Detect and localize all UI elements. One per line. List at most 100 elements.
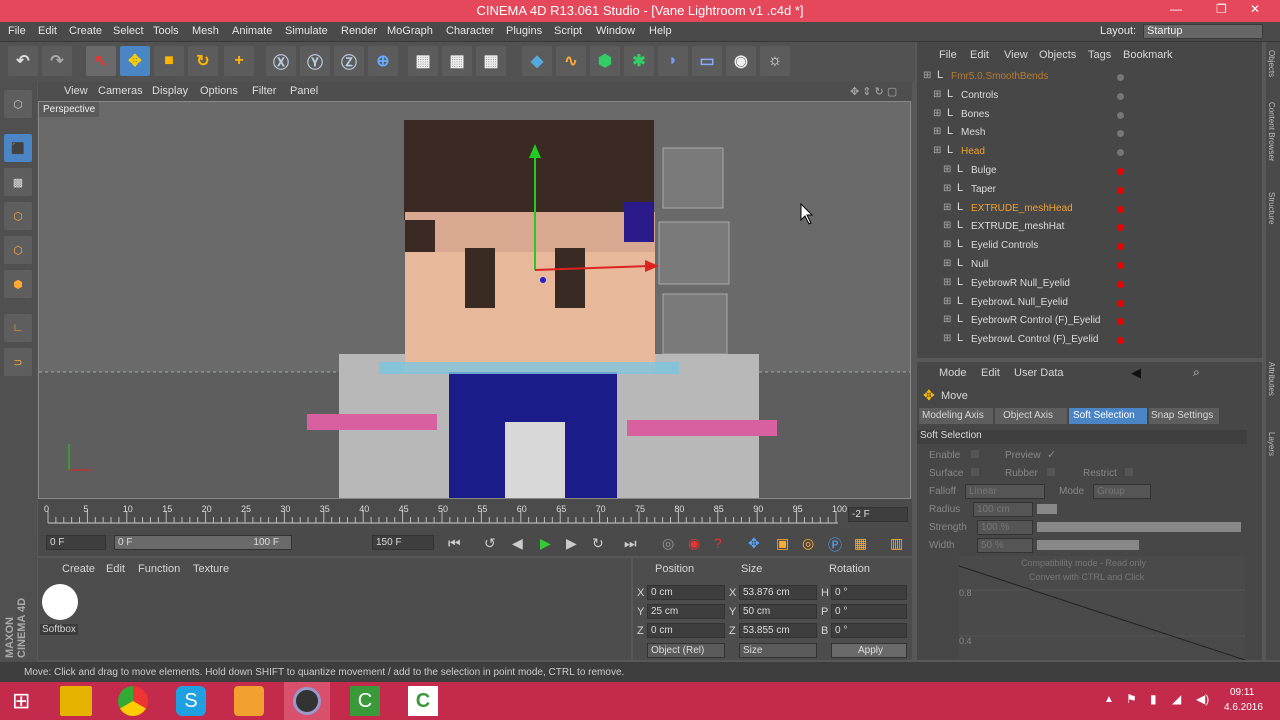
object-name[interactable]: Taper — [971, 184, 996, 195]
camera-icon[interactable]: ◉ — [726, 46, 756, 76]
media-player-icon[interactable] — [234, 686, 264, 716]
maximize-button[interactable]: ❐ — [1216, 2, 1227, 16]
rotation-p-field[interactable]: 0 ° — [831, 604, 907, 619]
menu-create[interactable]: Create — [69, 25, 102, 37]
layer-color-dot[interactable] — [1117, 243, 1124, 251]
object-menu-edit[interactable]: Edit — [970, 49, 989, 61]
file-explorer-icon[interactable] — [60, 686, 92, 716]
tab-soft-selection[interactable]: Soft Selection — [1069, 408, 1147, 424]
spline-icon[interactable]: ∿ — [556, 46, 586, 76]
add-object-icon[interactable]: + — [224, 46, 254, 76]
layer-color-dot[interactable] — [1117, 186, 1124, 194]
falloff-graph[interactable]: Compatibility mode - Read only Convert w… — [959, 556, 1245, 660]
tray-battery-icon[interactable]: ▮ — [1150, 692, 1157, 706]
3d-viewport[interactable]: Perspective — [38, 101, 911, 499]
key-position-icon[interactable]: ✥ — [748, 535, 760, 552]
rotation-b-field[interactable]: 0 ° — [831, 623, 907, 638]
expand-icon[interactable]: ⊞ — [923, 70, 931, 81]
viewport-menu-panel[interactable]: Panel — [290, 85, 318, 97]
object-name[interactable]: Eyelid Controls — [971, 240, 1038, 251]
keyframe-icon[interactable]: ◎ — [662, 535, 674, 552]
object-row[interactable]: ⊞ L Bulge — [917, 162, 1262, 181]
rotation-h-field[interactable]: 0 ° — [831, 585, 907, 600]
layer-color-dot[interactable] — [1117, 205, 1124, 213]
tray-flag-icon[interactable]: ⚑ — [1126, 692, 1137, 706]
floor-icon[interactable]: ▭ — [692, 46, 722, 76]
object-name[interactable]: EXTRUDE_meshHat — [971, 221, 1064, 232]
object-name[interactable]: EyebrowL Control (F)_Eyelid — [971, 334, 1098, 345]
record-icon[interactable]: ◉ — [688, 535, 700, 552]
viewport-menu-view[interactable]: View — [64, 85, 88, 97]
step-back-icon[interactable]: ◀ — [512, 535, 523, 552]
step-forward-icon[interactable]: ▶ — [566, 535, 577, 552]
falloff-select[interactable]: Linear — [965, 484, 1045, 499]
layer-color-dot[interactable] — [1117, 318, 1124, 326]
side-tab-attributes[interactable]: Attributes — [1267, 362, 1276, 396]
cube-icon[interactable]: ◆ — [522, 46, 552, 76]
menu-animate[interactable]: Animate — [232, 25, 272, 37]
object-menu-tags[interactable]: Tags — [1088, 49, 1111, 61]
scale-tool-icon[interactable]: ■ — [154, 46, 184, 76]
viewport-menu-filter[interactable]: Filter — [252, 85, 276, 97]
nurbs-icon[interactable]: ⬢ — [590, 46, 620, 76]
go-to-end-icon[interactable]: ⏭ — [624, 535, 637, 552]
menu-edit[interactable]: Edit — [38, 25, 57, 37]
polygons-mode-icon[interactable]: ⬢ — [4, 270, 32, 298]
object-row[interactable]: ⊞ L Null — [917, 256, 1262, 275]
start-icon[interactable]: ⊞ — [12, 688, 30, 714]
layer-color-dot[interactable] — [1117, 299, 1124, 307]
menu-script[interactable]: Script — [554, 25, 582, 37]
tray-network-icon[interactable]: ◢ — [1172, 692, 1181, 706]
object-name[interactable]: Mesh — [961, 127, 985, 138]
side-tab-layers[interactable]: Layers — [1267, 432, 1276, 456]
layer-color-dot[interactable] — [1117, 262, 1124, 269]
object-name[interactable]: EyebrowL Null_Eyelid — [971, 297, 1068, 308]
tab-object-axis[interactable]: Object Axis — [995, 408, 1067, 424]
snap-icon[interactable]: ⊃ — [4, 348, 32, 376]
viewport-menu-options[interactable]: Options — [200, 85, 238, 97]
object-name[interactable]: Null — [971, 259, 988, 270]
material-menu-edit[interactable]: Edit — [106, 563, 125, 575]
position-z-field[interactable]: 0 cm — [647, 623, 725, 638]
play-icon[interactable]: ▶ — [540, 535, 551, 552]
size-x-field[interactable]: 53.876 cm — [739, 585, 817, 600]
position-x-field[interactable]: 0 cm — [647, 585, 725, 600]
material-preview-softbox[interactable] — [42, 584, 78, 620]
menu-plugins[interactable]: Plugins — [506, 25, 542, 37]
deformer-icon[interactable]: ◗ — [658, 46, 688, 76]
chrome-icon[interactable] — [118, 686, 148, 716]
object-row[interactable]: ⊞ L EyebrowL Control (F)_Eyelid — [917, 331, 1262, 350]
menu-character[interactable]: Character — [446, 25, 494, 37]
redo-icon[interactable]: ↷ — [42, 46, 72, 76]
menu-mograph[interactable]: MoGraph — [387, 25, 433, 37]
menu-select[interactable]: Select — [113, 25, 144, 37]
object-name[interactable]: EXTRUDE_meshHead — [971, 203, 1073, 214]
size-z-field[interactable]: 53.855 cm — [739, 623, 817, 638]
render-view-icon[interactable]: ▦ — [408, 46, 438, 76]
expand-icon[interactable]: ⊞ — [943, 277, 951, 288]
attr-menu-edit[interactable]: Edit — [981, 367, 1000, 379]
workplane-icon[interactable]: ∟ — [4, 314, 32, 342]
material-menu-texture[interactable]: Texture — [193, 563, 229, 575]
object-name[interactable]: Fmr5.0.SmoothBends — [951, 71, 1048, 82]
key-rotation-icon[interactable]: ◎ — [802, 535, 814, 552]
object-row[interactable]: ⊞ L EyebrowL Null_Eyelid — [917, 294, 1262, 313]
menu-mesh[interactable]: Mesh — [192, 25, 219, 37]
enable-checkbox[interactable] — [971, 450, 979, 458]
tray-arrow-icon[interactable]: ▲ — [1104, 694, 1114, 705]
object-name[interactable]: Controls — [961, 90, 998, 101]
layer-color-dot[interactable] — [1117, 92, 1124, 100]
key-pla-icon[interactable]: ▦ — [854, 535, 867, 552]
width-slider[interactable] — [1037, 540, 1139, 550]
object-row[interactable]: ⊞ L EyebrowR Null_Eyelid — [917, 275, 1262, 294]
material-menu-function[interactable]: Function — [138, 563, 180, 575]
render-picture-viewer-icon[interactable]: ▦ — [442, 46, 472, 76]
expand-icon[interactable]: ⊞ — [943, 164, 951, 175]
object-row[interactable]: ⊞ L Head — [917, 143, 1262, 162]
clock-date[interactable]: 4.6.2016 — [1224, 702, 1263, 713]
size-mode-select[interactable]: Size — [739, 643, 817, 658]
surface-checkbox[interactable] — [971, 468, 979, 476]
z-axis-icon[interactable]: Ⓩ — [334, 46, 364, 76]
expand-icon[interactable]: ⊞ — [943, 220, 951, 231]
edges-mode-icon[interactable]: ⬡ — [4, 236, 32, 264]
